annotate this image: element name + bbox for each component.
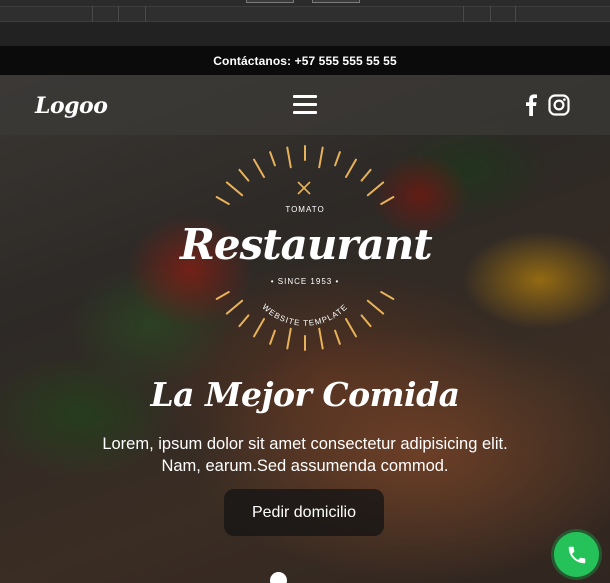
sunburst-ray [225,181,244,197]
hamburger-menu-icon[interactable] [293,95,317,115]
sunburst-ray [238,168,250,182]
navbar: Logoo [0,75,610,135]
hero-section: Logoo WEBSITE TEMPLATE TOMATO Restaurant… [0,75,610,583]
sunburst-ray [253,158,265,178]
ruler-tick [515,6,516,22]
sunburst-ray [215,291,230,300]
arc-text: WEBSITE TEMPLATE [260,302,348,327]
sunburst-ray [269,151,276,167]
instagram-icon[interactable] [548,94,570,116]
hero-description-line-2: Nam, earum.Sed assumenda commod. [161,457,449,475]
toolbar-strip [0,22,610,46]
sunburst-ray [286,146,292,169]
ruler-tick [118,6,119,22]
facebook-icon[interactable] [525,94,537,116]
sunburst-ray [366,299,385,315]
sunburst-ray [380,291,395,300]
sunburst-ray [225,299,244,315]
sunburst-ray [318,327,324,350]
ruler-tick [490,6,491,22]
sunburst-ray [238,314,250,328]
toolbar-button[interactable] [312,0,360,3]
sunburst-ray [360,314,372,328]
sunburst-ray [345,158,357,178]
editor-toolbar [0,0,610,46]
sunburst-ray [215,196,230,205]
emblem-top-text: TOMATO [285,205,325,214]
hero-headline: La Mejor Comida [150,375,460,414]
sunburst-ray [380,196,395,205]
ruler-tick [463,6,464,22]
toolbar-button[interactable] [246,0,294,3]
emblem-title: Restaurant [180,220,433,269]
sunburst-ray [345,318,357,338]
sunburst-ray [286,327,292,350]
phone-icon [568,546,585,563]
phone-button[interactable] [554,532,599,577]
order-delivery-button[interactable]: Pedir domicilio [224,489,384,536]
sunburst-ray [318,146,324,169]
contact-text: Contáctanos: +57 555 555 55 55 [213,53,397,68]
logo[interactable]: Logoo [35,93,108,119]
svg-text:WEBSITE TEMPLATE: WEBSITE TEMPLATE [260,302,349,327]
sunburst-ray [334,329,341,345]
ruler-tick [92,6,93,22]
sunburst-ray [360,168,372,182]
restaurant-emblem: WEBSITE TEMPLATE TOMATO Restaurant • SIN… [180,138,433,358]
ruler-tick [145,6,146,22]
sunburst-ray [366,181,385,197]
carousel-indicator[interactable] [270,572,287,583]
contact-bar: Contáctanos: +57 555 555 55 55 [0,46,610,75]
emblem-since: • SINCE 1953 • [270,277,340,286]
hero-description: Lorem, ipsum dolor sit amet consectetur … [0,433,610,477]
sunburst-ray [269,329,276,345]
sunburst-ray [253,318,265,338]
hero-description-line-1: Lorem, ipsum dolor sit amet consectetur … [102,435,508,453]
sunburst-ray [334,151,341,167]
